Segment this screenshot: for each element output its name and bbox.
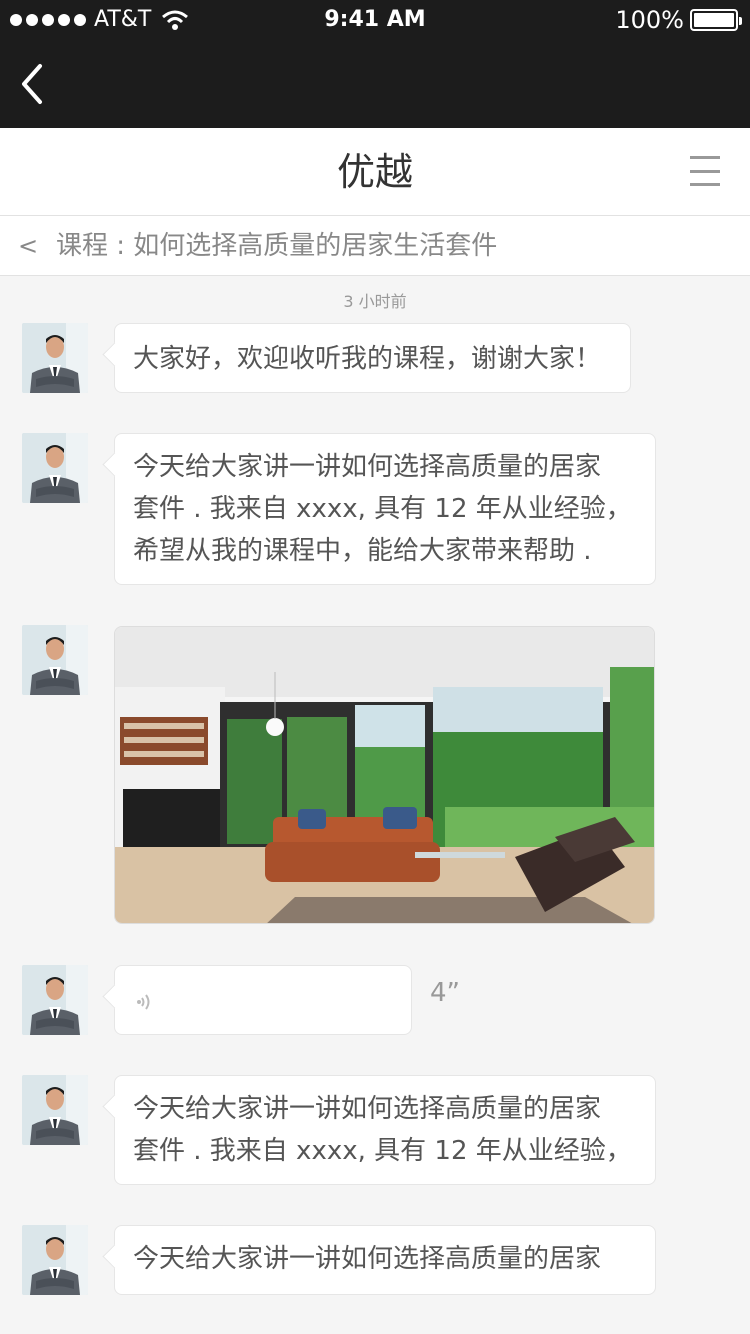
avatar[interactable] [22, 965, 88, 1035]
status-bar: AT&T 9:41 AM 100% [0, 0, 750, 40]
message-text: 大家好，欢迎收听我的课程，谢谢大家！ [133, 344, 602, 374]
voice-wave-icon [137, 994, 150, 1010]
living-room-photo[interactable] [114, 626, 655, 924]
message-bubble[interactable]: 今天给大家讲一讲如何选择高质量的居家 套件 . 我来自 xxxx, 具有 12 … [114, 1075, 656, 1185]
message-text: 套件 . 我来自 xxxx, 具有 12 年从业经验， [133, 1136, 632, 1166]
back-arrow-icon[interactable] [18, 62, 48, 106]
page-title: 优越 [336, 150, 413, 194]
battery-percent: 100% [615, 6, 684, 34]
course-bar[interactable]: < 课程 : 如何选择高质量的居家生活套件 [0, 216, 750, 276]
voice-duration: 4” [430, 978, 461, 1008]
avatar[interactable] [22, 1225, 88, 1295]
avatar[interactable] [22, 433, 88, 503]
message-bubble[interactable]: 今天给大家讲一讲如何选择高质量的居家 套件 . 我来自 xxxx, 具有 12 … [114, 433, 656, 585]
message-bubble[interactable]: 大家好，欢迎收听我的课程，谢谢大家！ [114, 323, 631, 393]
course-title: 课程 : 如何选择高质量的居家生活套件 [56, 231, 498, 261]
message-bubble[interactable]: 今天给大家讲一讲如何选择高质量的居家 [114, 1225, 656, 1295]
voice-message-bubble[interactable] [114, 965, 412, 1035]
battery-icon [690, 9, 742, 31]
menu-icon[interactable] [690, 156, 720, 186]
chat-timestamp: 3 小时前 [343, 292, 407, 311]
avatar[interactable] [22, 1075, 88, 1145]
avatar[interactable] [22, 625, 88, 695]
message-text: 今天给大家讲一讲如何选择高质量的居家 [133, 1244, 602, 1274]
avatar[interactable] [22, 323, 88, 393]
message-text: 今天给大家讲一讲如何选择高质量的居家 [133, 452, 602, 482]
status-right: 100% [615, 0, 742, 40]
top-bar: AT&T 9:41 AM 100% [0, 0, 750, 128]
message-text: 套件 . 我来自 xxxx, 具有 12 年从业经验， [133, 494, 632, 524]
message-text: 今天给大家讲一讲如何选择高质量的居家 [133, 1094, 602, 1124]
course-back-chevron-icon[interactable]: < [18, 216, 38, 276]
page-header: 优越 [0, 128, 750, 216]
message-text: 希望从我的课程中，能给大家带来帮助 . [133, 536, 592, 566]
